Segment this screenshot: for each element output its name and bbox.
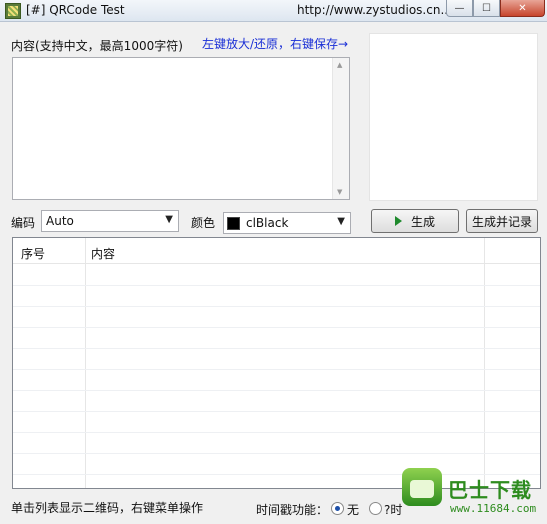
title-bar: [#] QRCode Test http://www.zystudios.cn.…	[0, 0, 547, 22]
window-title-url: http://www.zystudios.cn...	[297, 3, 452, 17]
column-header-index[interactable]: 序号	[21, 245, 45, 262]
encoding-value: Auto	[46, 214, 74, 228]
scroll-down-icon[interactable]: ▼	[337, 188, 342, 196]
textarea-scrollbar[interactable]: ▲ ▼	[332, 58, 349, 199]
row-gridline	[13, 411, 540, 412]
encoding-select[interactable]: Auto ▼	[41, 210, 179, 232]
history-table[interactable]: 序号 内容	[12, 237, 541, 489]
timestamp-label: 时间戳功能：	[256, 503, 329, 517]
zoom-save-hint: 左键放大/还原，右键保存→	[202, 37, 349, 51]
color-swatch	[227, 217, 240, 230]
row-gridline	[13, 327, 540, 328]
row-gridline	[13, 453, 540, 454]
color-value: clBlack	[246, 216, 289, 230]
timestamp-none-label[interactable]: 无	[347, 501, 359, 518]
table-header: 序号 内容	[13, 238, 540, 264]
watermark: 巴士下载 www.11684.com	[400, 466, 547, 524]
column-divider	[484, 238, 485, 488]
content-textarea[interactable]: ▲ ▼	[12, 57, 350, 200]
minimize-button[interactable]: —	[446, 0, 473, 17]
watermark-brand: 巴士下载	[448, 478, 532, 502]
generate-button-label: 生成	[410, 214, 435, 229]
scroll-up-icon[interactable]: ▲	[337, 61, 342, 69]
app-icon	[5, 3, 21, 19]
generate-and-record-button[interactable]: 生成并记录	[466, 209, 538, 233]
row-gridline	[13, 306, 540, 307]
timestamp-none-radio[interactable]	[331, 502, 344, 515]
row-gridline	[13, 390, 540, 391]
row-gridline	[13, 348, 540, 349]
chevron-down-icon: ▼	[337, 216, 345, 227]
column-header-content[interactable]: 内容	[91, 245, 115, 262]
timestamp-time-radio[interactable]	[369, 502, 382, 515]
status-hint: 单击列表显示二维码，右键菜单操作	[11, 501, 204, 515]
row-gridline	[13, 369, 540, 370]
watermark-url: www.11684.com	[450, 502, 537, 515]
chevron-down-icon: ▼	[165, 214, 173, 225]
row-gridline	[13, 432, 540, 433]
close-button[interactable]: ✕	[500, 0, 545, 17]
content-label: 内容(支持中文，最高1000字符)	[11, 39, 183, 53]
watermark-logo-icon	[402, 468, 442, 506]
generate-button[interactable]: 生成	[371, 209, 459, 233]
play-icon	[394, 216, 402, 226]
color-label: 颜色	[191, 216, 216, 230]
column-divider	[85, 238, 86, 488]
color-select[interactable]: clBlack ▼	[223, 212, 351, 234]
row-gridline	[13, 285, 540, 286]
maximize-button[interactable]: ☐	[473, 0, 500, 17]
qr-code-preview[interactable]	[369, 33, 538, 201]
encoding-label: 编码	[11, 216, 36, 230]
window-title: [#] QRCode Test	[26, 3, 125, 17]
